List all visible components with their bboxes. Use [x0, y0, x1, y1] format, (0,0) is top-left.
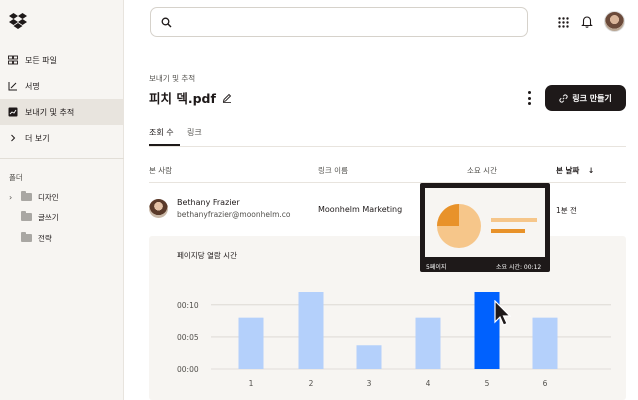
- dropbox-logo[interactable]: [9, 13, 27, 29]
- create-link-button[interactable]: 링크 만들기: [545, 85, 626, 111]
- sidebar-item-label: 더 보기: [25, 133, 50, 143]
- bar-page-1[interactable]: [238, 317, 264, 369]
- x-tick-label: 6: [543, 379, 548, 388]
- folder-item-strategy[interactable]: 전략: [0, 228, 124, 248]
- send-track-icon: [8, 107, 18, 117]
- search-icon: [161, 17, 172, 28]
- y-tick-label: 00:00: [177, 365, 199, 374]
- avatar[interactable]: [604, 11, 625, 32]
- mouse-cursor-icon: [494, 300, 511, 326]
- x-tick-label: 3: [367, 379, 372, 388]
- x-tick-label: 4: [426, 379, 431, 388]
- column-header-viewed-date[interactable]: 본 날짜 ↓: [556, 165, 594, 176]
- more-options-icon[interactable]: [526, 91, 532, 105]
- folder-item-design[interactable]: › 디자인: [0, 187, 124, 207]
- file-name: 피치 덱.pdf: [149, 91, 216, 106]
- signature-icon: [8, 81, 18, 91]
- bell-icon[interactable]: [581, 15, 593, 28]
- avatar: [149, 199, 168, 218]
- files-icon: [8, 55, 18, 65]
- page-thumbnail: [425, 188, 545, 257]
- create-link-label: 링크 만들기: [572, 93, 612, 103]
- sidebar-item-label: 모든 파일: [25, 55, 57, 65]
- folder-item-writing[interactable]: 글쓰기: [0, 207, 124, 227]
- preview-duration: 소요 시간: 00:12: [496, 264, 542, 271]
- column-header-viewer[interactable]: 본 사람: [149, 165, 172, 176]
- x-tick-label: 2: [309, 379, 314, 388]
- y-tick-label: 00:05: [177, 333, 199, 342]
- sidebar-divider: [0, 158, 124, 159]
- folder-label: 디자인: [38, 192, 59, 202]
- tab-links[interactable]: 링크: [187, 127, 202, 138]
- folder-icon: [21, 211, 32, 221]
- x-tick-label: 1: [249, 379, 254, 388]
- sort-arrow-icon: ↓: [587, 166, 595, 175]
- viewer-email: bethanyfrazier@moonhelm.co: [177, 210, 291, 219]
- y-tick-label: 00:10: [177, 301, 199, 310]
- search-input[interactable]: [150, 7, 528, 37]
- bar-page-3[interactable]: [356, 345, 382, 369]
- sidebar: 모든 파일 서명 보내기 및 추적 더 보기 폴더 › 디자인 글쓰기 전략: [0, 0, 124, 400]
- viewed-time: 1분 전: [556, 206, 577, 215]
- app-grid-icon[interactable]: [558, 17, 569, 28]
- chevron-right-icon: [8, 133, 18, 143]
- folder-icon: [21, 191, 32, 201]
- sidebar-item-more[interactable]: 더 보기: [0, 125, 124, 151]
- breadcrumb[interactable]: 보내기 및 추적: [149, 73, 195, 84]
- column-header-duration[interactable]: 소요 시간: [467, 165, 497, 176]
- link-name: Moonhelm Marketing: [318, 205, 403, 214]
- divider: [149, 146, 626, 147]
- sidebar-item-send-track[interactable]: 보내기 및 추적: [0, 99, 124, 125]
- folder-label: 글쓰기: [38, 212, 59, 222]
- tab-views[interactable]: 조회 수: [149, 127, 174, 138]
- chevron-right-icon[interactable]: ›: [9, 193, 18, 202]
- divider: [149, 182, 626, 183]
- page-preview-tooltip: [420, 183, 550, 272]
- bar-chart: 00:00 00:05 00:10 1 2 3 4 5 6: [177, 292, 611, 388]
- bar-page-2[interactable]: [298, 292, 324, 369]
- link-icon: [559, 93, 568, 103]
- edit-pencil-icon[interactable]: [222, 93, 232, 103]
- viewer-name: Bethany Frazier: [177, 198, 240, 207]
- preview-page-label: 5페이지: [426, 264, 447, 271]
- folder-label: 전략: [38, 233, 52, 243]
- sidebar-item-signature[interactable]: 서명: [0, 73, 124, 99]
- sidebar-item-label: 서명: [25, 81, 40, 91]
- bar-page-4[interactable]: [415, 317, 441, 369]
- x-tick-label: 5: [485, 379, 490, 388]
- sidebar-item-all-files[interactable]: 모든 파일: [0, 47, 124, 73]
- page-title: 피치 덱.pdf: [149, 88, 232, 107]
- sidebar-item-label: 보내기 및 추적: [25, 107, 75, 117]
- folders-heading: 폴더: [9, 173, 23, 182]
- folder-icon: [21, 232, 32, 242]
- bar-page-6[interactable]: [532, 317, 558, 369]
- column-header-link-name[interactable]: 링크 이름: [318, 165, 348, 176]
